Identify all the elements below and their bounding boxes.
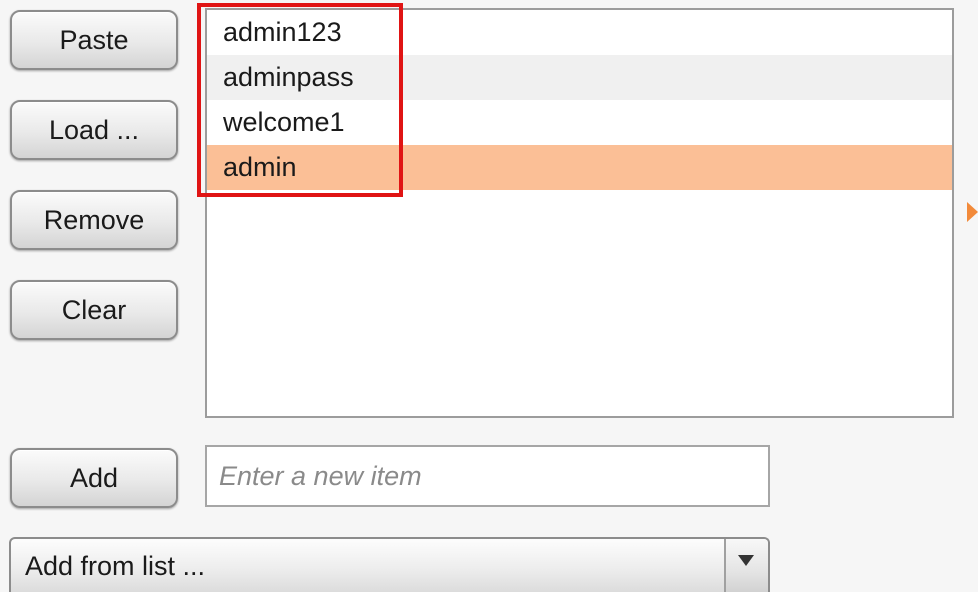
list-item[interactable]: welcome1 (207, 100, 952, 145)
add-from-list-label: Add from list ... (25, 551, 206, 581)
clear-button[interactable]: Clear (10, 280, 178, 340)
list-item-selected[interactable]: admin (207, 145, 952, 190)
add-from-list-dropdown[interactable]: Add from list ... (9, 537, 770, 592)
list-item[interactable]: adminpass (207, 55, 952, 100)
new-item-input[interactable] (205, 445, 770, 507)
list-item[interactable]: admin123 (207, 10, 952, 55)
paste-button[interactable]: Paste (10, 10, 178, 70)
remove-button[interactable]: Remove (10, 190, 178, 250)
expand-arrow-icon[interactable] (967, 202, 978, 222)
dropdown-toggle-button[interactable] (724, 539, 768, 592)
chevron-down-icon (738, 555, 754, 566)
load-button[interactable]: Load ... (10, 100, 178, 160)
add-button[interactable]: Add (10, 448, 178, 508)
payload-list[interactable]: admin123 adminpass welcome1 admin (205, 8, 954, 418)
